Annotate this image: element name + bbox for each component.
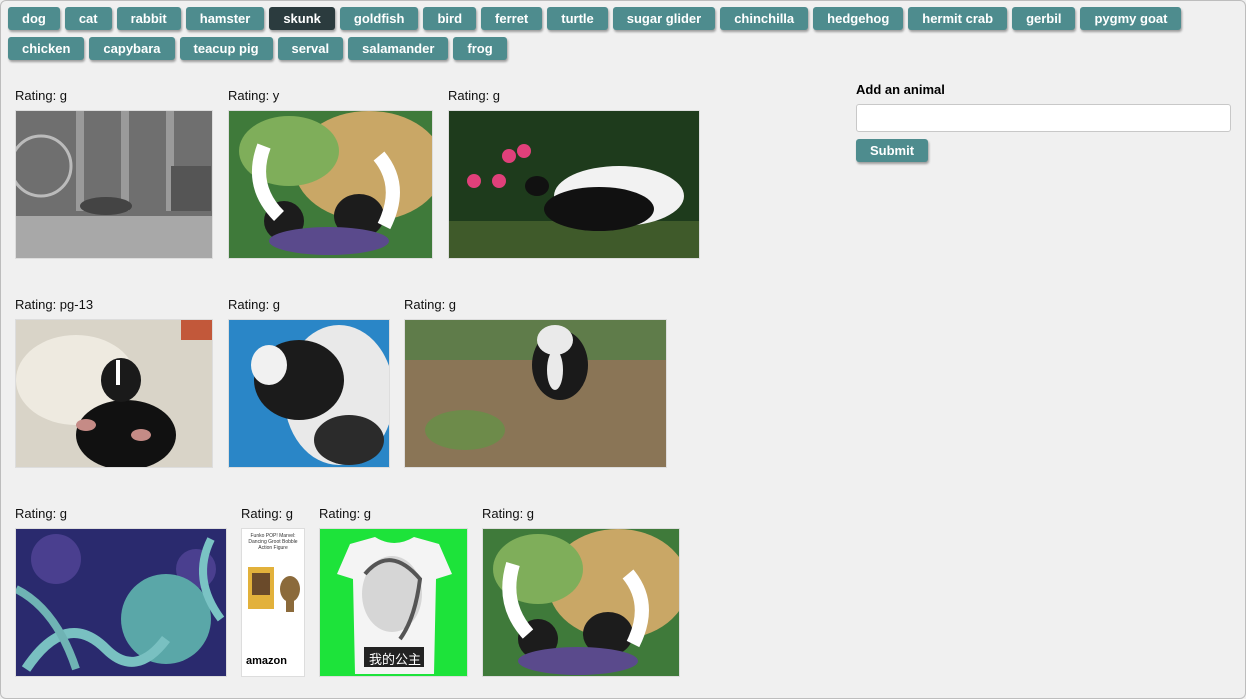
gif-image[interactable] <box>15 110 213 259</box>
animal-button-pygmy-goat[interactable]: pygmy goat <box>1080 7 1182 30</box>
gif-rating: Rating: g <box>404 297 457 312</box>
animal-button-bar: dog cat rabbit hamster skunk goldfish bird ferr… <box>8 7 1188 67</box>
animal-button-chicken[interactable]: chicken <box>8 37 85 60</box>
animal-button-cat[interactable]: cat <box>64 7 112 30</box>
animal-button-capybara[interactable]: capybara <box>89 37 175 60</box>
animal-button-chinchilla[interactable]: chinchilla <box>720 7 809 30</box>
animal-button-hedgehog[interactable]: hedgehog <box>813 7 904 30</box>
submit-button[interactable]: Submit <box>856 139 929 162</box>
gif-rating: Rating: g <box>228 297 281 312</box>
gif-rating: Rating: pg-13 <box>15 297 94 312</box>
gif-image[interactable]: 我的公主 <box>319 528 468 677</box>
app-window: dog cat rabbit hamster skunk goldfish bird ferr… <box>0 0 1246 699</box>
animal-button-gerbil[interactable]: gerbil <box>1012 7 1076 30</box>
animal-button-frog[interactable]: frog <box>453 37 507 60</box>
animal-button-skunk[interactable]: skunk <box>269 7 335 30</box>
gif-rating: Rating: g <box>15 88 68 103</box>
gif-rating: Rating: g <box>319 506 372 521</box>
gif-image[interactable] <box>448 110 700 259</box>
gif-image[interactable]: Funko POP! Marvel: Dancing Groot Bobble … <box>241 528 305 677</box>
animal-button-salamander[interactable]: salamander <box>348 37 449 60</box>
animal-button-ferret[interactable]: ferret <box>481 7 543 30</box>
gif-rating: Rating: g <box>448 88 501 103</box>
animal-button-serval[interactable]: serval <box>277 37 344 60</box>
gif-image[interactable] <box>228 110 433 259</box>
animal-button-bird[interactable]: bird <box>423 7 477 30</box>
gif-rating: Rating: g <box>482 506 535 521</box>
animal-input[interactable] <box>856 104 1231 132</box>
animal-button-sugar-glider[interactable]: sugar glider <box>612 7 716 30</box>
barn-skunk-image <box>16 111 212 258</box>
animal-button-goldfish[interactable]: goldfish <box>339 7 419 30</box>
animal-button-hamster[interactable]: hamster <box>185 7 265 30</box>
cartoon-skunks-image <box>229 111 432 258</box>
skunk-blanket-image <box>229 320 389 467</box>
gif-rating: Rating: g <box>241 506 294 521</box>
gif-image[interactable] <box>15 319 213 468</box>
gif-image[interactable] <box>482 528 680 677</box>
gif-image[interactable] <box>15 528 227 677</box>
gif-image[interactable] <box>404 319 667 468</box>
octopus-art-image <box>16 529 226 676</box>
gif-image[interactable] <box>228 319 390 468</box>
animal-button-hermit-crab[interactable]: hermit crab <box>908 7 1008 30</box>
skunk-flowers-image <box>449 111 699 258</box>
add-animal-label: Add an animal <box>856 82 945 97</box>
baby-skunk-image <box>16 320 212 467</box>
add-animal-form: Add an animal Submit <box>856 82 1231 162</box>
animal-button-teacup-pig[interactable]: teacup pig <box>179 37 273 60</box>
gif-rating: Rating: g <box>15 506 68 521</box>
animal-button-dog[interactable]: dog <box>8 7 60 30</box>
animal-button-turtle[interactable]: turtle <box>547 7 608 30</box>
skunk-hillside-image <box>405 320 666 467</box>
cartoon-skunks-image <box>483 529 679 676</box>
gif-rating: Rating: y <box>228 88 280 103</box>
amazon-logo: amazon <box>246 655 287 667</box>
tshirt-text: 我的公主 <box>368 653 421 668</box>
animal-button-rabbit[interactable]: rabbit <box>116 7 181 30</box>
